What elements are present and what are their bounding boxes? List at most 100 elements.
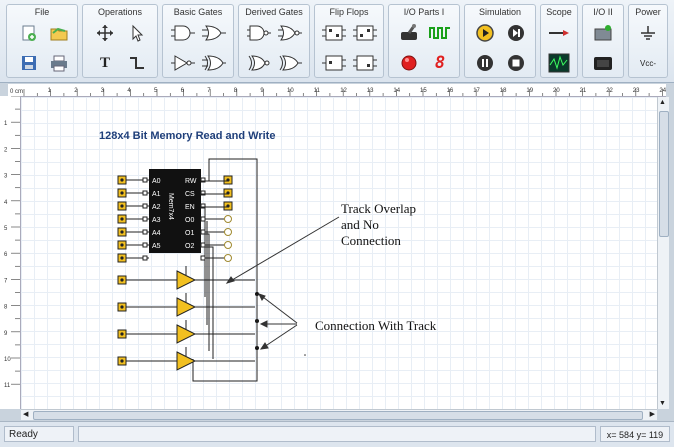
open-folder-icon [50,27,68,41]
group-simulation: Simulation [464,4,536,78]
horizontal-scrollbar[interactable]: ◀ ▶ [21,409,657,420]
seven-segment-button[interactable]: 8 [427,51,453,75]
ruler-top-label: 2 [74,88,78,94]
pause-icon [477,55,493,71]
input-dot [120,178,124,182]
xor-derived-gate-button[interactable] [277,51,303,75]
xor-gate-button[interactable] [201,51,227,75]
text-tool-icon: T [99,54,110,71]
scope-button[interactable] [546,51,572,75]
ruler-top-label: 16 [447,88,454,94]
run-button[interactable] [472,21,498,45]
probe-button[interactable] [546,21,572,45]
and-gate-button[interactable] [170,21,196,45]
move-button[interactable] [92,21,118,45]
pause-button[interactable] [472,51,498,75]
pin-stub [200,229,206,235]
jk-flipflop-button[interactable] [352,21,378,45]
ruler-top-label: 17 [473,88,480,94]
input-dot [120,359,124,363]
flipflop-sr-icon [353,55,377,71]
ruler-top-label: 7 [207,88,211,94]
d-flipflop-button[interactable] [321,21,347,45]
display-module-icon [594,57,612,70]
pin-stub [142,255,148,261]
toolbar: File Operations T Basic Gates Derived Ga… [0,0,674,83]
ruler-vertical: 1 2 3 4 5 6 7 8 9 10 11 [0,95,21,409]
pin-stub [142,229,148,235]
chip-pin-label-a0: A0 [152,178,161,185]
display-module-button[interactable] [590,51,616,75]
step-icon [508,25,524,41]
group-title-io-2: I/O II [593,7,613,17]
annotation-overlap-line2: and No [341,217,379,232]
clock-source-button[interactable] [427,21,453,45]
group-flip-flops: Flip Flops [314,4,384,78]
ruler-top-label: 15 [420,88,427,94]
scroll-up-arrow[interactable]: ▲ [659,99,666,106]
chip-name-label: Mem7x4 [167,193,174,220]
text-tool-button[interactable]: T [92,51,118,75]
scroll-down-arrow[interactable]: ▼ [659,400,666,407]
pin-stub [142,190,148,196]
nor-gate-button[interactable] [277,21,303,45]
ruler-top-label: 14 [393,88,400,94]
save-button[interactable] [16,51,42,75]
ruler-top-label: 8 [234,88,238,94]
ruler-left-label: 9 [4,331,8,337]
t-flipflop-button[interactable] [321,51,347,75]
vcc-button[interactable]: Vcc- [635,51,661,75]
ground-button[interactable] [635,21,661,45]
ruler-top-label: 5 [154,88,158,94]
move-arrows-icon [97,25,113,41]
vertical-scrollbar[interactable]: ▲ ▼ [657,97,669,409]
ruler-horizontal-scale: 0 cm 1 2 3 4 5 6 7 8 9 10 11 12 13 14 15 16 17 18 19 20 21 22 2… [10,88,667,96]
scroll-right-arrow[interactable]: ▶ [650,410,655,418]
open-file-button[interactable] [46,21,72,45]
flipflop-jk-icon [353,25,377,41]
scroll-left-arrow[interactable]: ◀ [23,410,28,418]
stop-button[interactable] [503,51,529,75]
switch-button[interactable] [396,21,422,45]
wire-tool-button[interactable] [124,51,150,75]
chip-pin-label-a3: A3 [152,217,161,224]
new-file-button[interactable] [16,21,42,45]
vertical-scroll-thumb[interactable] [659,111,669,237]
input-dot [120,204,124,208]
group-title-scope: Scope [546,7,572,17]
input-module-button[interactable] [590,21,616,45]
nand-gate-button[interactable] [246,21,272,45]
flipflop-d-icon [322,25,346,41]
pointer-icon [132,24,144,42]
pin-stub [142,242,148,248]
sr-flipflop-button[interactable] [352,51,378,75]
output-led-o3 [224,254,232,262]
ruler-top-label: 12 [340,88,347,94]
not-gate-button[interactable] [170,51,196,75]
xnor-gate-button[interactable] [246,51,272,75]
ruler-left-label: 6 [4,252,8,258]
input-dot [120,305,124,309]
xnor-gate-icon [248,55,270,71]
ruler-left-label: 3 [4,174,8,180]
step-button[interactable] [503,21,529,45]
led-red-icon [401,55,417,71]
ruler-left-label: 1 [4,121,8,127]
flipflop-t-icon [322,55,346,71]
address-inputs [117,175,149,263]
pin-stub [200,242,206,248]
print-button[interactable] [46,51,72,75]
ruler-top-label: 20 [553,88,560,94]
led-button[interactable] [396,51,422,75]
or-gate-button[interactable] [201,21,227,45]
schematic-canvas[interactable]: 128x4 Bit Memory Read and Write A0 A1 A2 A3… [21,97,657,409]
pin-stub [142,177,148,183]
horizontal-scroll-thumb[interactable] [33,411,643,420]
select-button[interactable] [124,21,150,45]
vcc-label: Vcc- [640,58,656,68]
chip-pin-label-a6: A6 [152,256,161,263]
ruler-top-label: 18 [500,88,507,94]
probe-icon [549,30,569,36]
ruler-left-label: 4 [4,200,8,206]
stray-dot [304,354,306,356]
